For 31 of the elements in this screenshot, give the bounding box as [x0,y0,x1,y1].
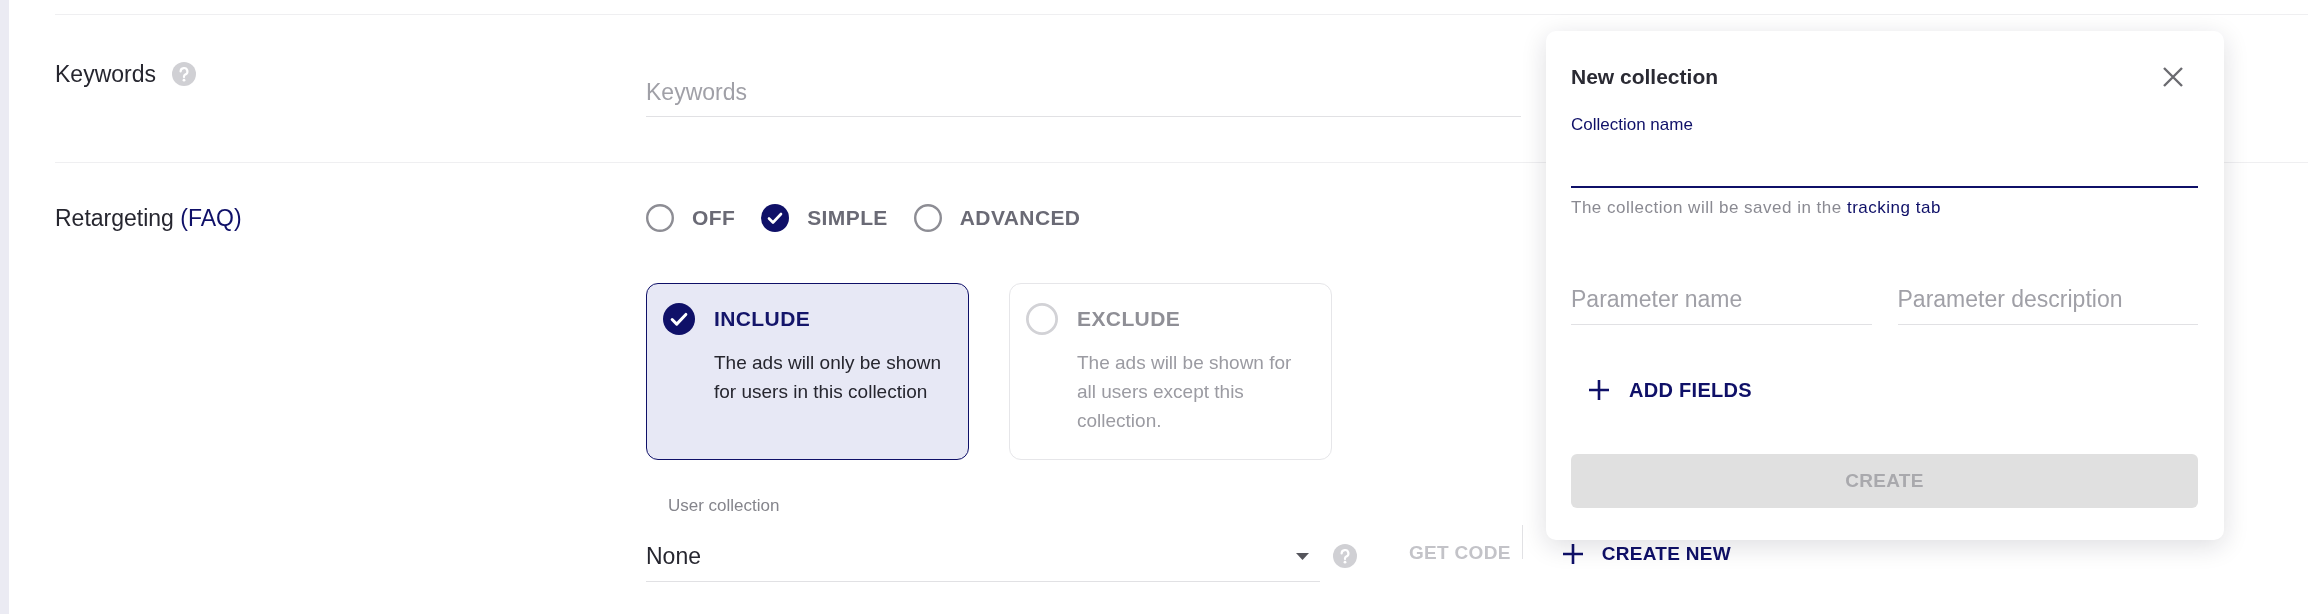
card-title: EXCLUDE [1077,306,1181,332]
field-label: Collection name [1571,115,1693,135]
caret-icon [1296,552,1309,560]
close-button[interactable] [2163,67,2183,87]
close-icon [2163,67,2183,87]
popup-title: New collection [1571,64,1719,90]
tracking-tab-link[interactable]: tracking tab [1847,198,1941,217]
field-label: Retargeting (FAQ) [55,205,242,231]
faq-link[interactable]: (FAQ) [180,205,242,231]
select-value: None [646,542,701,570]
parameter-input[interactable]: Parameter description [1897,274,2198,325]
keywords-input[interactable]: Keywords [646,68,1521,117]
plus-icon [1562,544,1583,564]
card-description: The ads will only be shown for users in this collection [714,351,943,404]
field-label: User collection [668,496,780,516]
help-icon[interactable] [172,62,196,86]
help-icon[interactable] [1333,544,1357,568]
helper-text: The collection will be saved in the tracking tab [1571,198,1941,218]
radio-option[interactable]: OFF [646,204,736,232]
parameter-input[interactable]: Parameter name [1571,274,1872,325]
card-title: INCLUDE [714,306,811,332]
plus-icon [1589,380,1609,400]
card-description: The ads will be shown for all users except this collection. [1077,351,1293,433]
radio-option[interactable]: SIMPLE [761,204,888,232]
collection-name-field[interactable]: Collection name [1571,115,2198,188]
option-card[interactable]: INCLUDE The ads will only be shown for users in this collection [646,283,969,460]
radio-option[interactable]: ADVANCED [913,204,1081,232]
add-fields-button[interactable]: ADD FIELDS [1571,370,1752,410]
create-new-button[interactable]: CREATE NEW [1562,536,1731,572]
field-label: Keywords [55,61,156,87]
collection-select[interactable]: User collection None [646,496,1320,582]
